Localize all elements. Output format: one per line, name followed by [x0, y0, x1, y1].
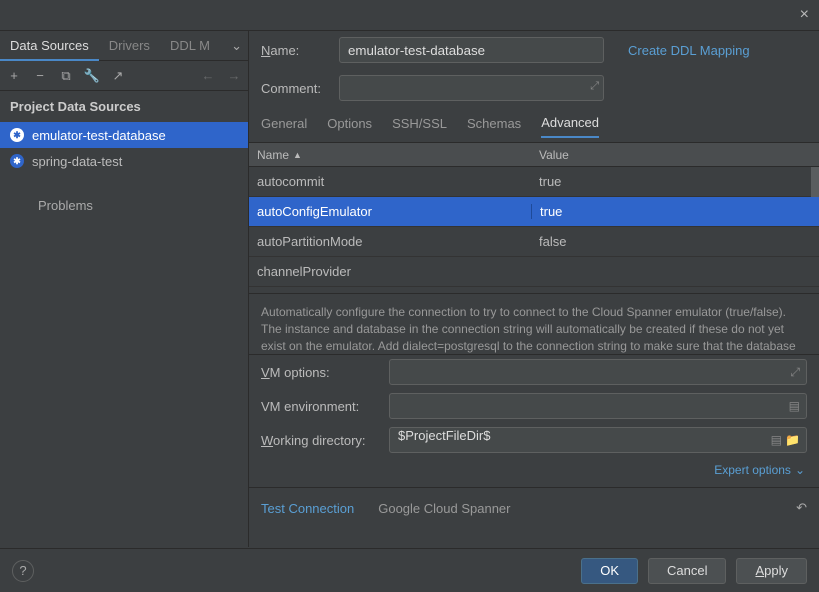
table-row[interactable]: autoConfigEmulator true: [249, 197, 819, 227]
folder-icon[interactable]: 📁: [785, 433, 800, 447]
remove-icon[interactable]: −: [32, 68, 48, 84]
forward-icon: →: [226, 68, 242, 84]
vm-options-label: VM options:: [261, 365, 379, 380]
prop-value[interactable]: true: [531, 174, 819, 189]
workdir-value: $ProjectFileDir$: [398, 428, 490, 443]
revert-icon[interactable]: ↶: [796, 500, 807, 516]
expand-icon[interactable]: ⤢: [590, 80, 599, 93]
tab-drivers[interactable]: Drivers: [99, 31, 160, 61]
help-button[interactable]: ?: [12, 560, 34, 582]
datasource-icon: ✱: [10, 154, 24, 168]
prop-name: channelProvider: [249, 264, 531, 279]
datasource-label: spring-data-test: [32, 154, 122, 169]
prop-name: autocommit: [249, 174, 531, 189]
tab-data-sources[interactable]: Data Sources: [0, 31, 99, 61]
workdir-label: Working directory:: [261, 433, 379, 448]
prop-value[interactable]: true: [531, 204, 819, 219]
property-description: Automatically configure the connection t…: [249, 293, 819, 355]
subtab-options[interactable]: Options: [327, 116, 372, 137]
back-icon: ←: [200, 68, 216, 84]
workdir-input[interactable]: $ProjectFileDir$ ▤ 📁: [389, 427, 807, 453]
subtab-advanced[interactable]: Advanced: [541, 115, 599, 138]
prop-value[interactable]: false: [531, 234, 819, 249]
subtab-sshssl[interactable]: SSH/SSL: [392, 116, 447, 137]
cancel-button[interactable]: Cancel: [648, 558, 726, 584]
datasource-item-spring[interactable]: ✱ spring-data-test: [0, 148, 248, 174]
datasource-label: emulator-test-database: [32, 128, 166, 143]
chevron-down-icon[interactable]: ⌄: [225, 38, 248, 54]
name-input[interactable]: [339, 37, 604, 63]
tab-ddl-mappings[interactable]: DDL M: [160, 31, 220, 61]
driver-name-label: Google Cloud Spanner: [378, 501, 510, 516]
subtab-schemas[interactable]: Schemas: [467, 116, 521, 137]
vm-env-input[interactable]: ▤: [389, 393, 807, 419]
expand-icon[interactable]: ⤢: [790, 365, 800, 380]
datasource-icon: ✱: [10, 128, 24, 142]
datasource-item-emulator[interactable]: ✱ emulator-test-database: [0, 122, 248, 148]
grid-header-value[interactable]: Value: [531, 148, 819, 162]
prop-name: autoPartitionMode: [249, 234, 531, 249]
properties-grid: autocommit true autoConfigEmulator true …: [249, 167, 819, 287]
sidebar-problems[interactable]: Problems: [0, 192, 248, 219]
prop-name: autoConfigEmulator: [249, 204, 531, 219]
ok-button[interactable]: OK: [581, 558, 638, 584]
table-row[interactable]: channelProvider: [249, 257, 819, 287]
apply-button[interactable]: Apply: [736, 558, 807, 584]
grid-header: Name▲ Value: [249, 143, 819, 167]
scrollbar-thumb[interactable]: [811, 167, 819, 197]
create-ddl-mapping-link[interactable]: Create DDL Mapping: [628, 43, 750, 58]
comment-input[interactable]: ⤢: [339, 75, 604, 101]
chevron-down-icon: ⌄: [795, 463, 805, 477]
vm-env-label: VM environment:: [261, 399, 379, 414]
main-panel: Name: Create DDL Mapping Comment: ⤢ Gene…: [248, 31, 819, 547]
sidebar: Data Sources Drivers DDL M ⌄ + − ⧉ 🔧 ↗ ←…: [0, 31, 248, 547]
table-row[interactable]: autocommit true: [249, 167, 819, 197]
add-icon[interactable]: +: [6, 68, 22, 84]
sort-asc-icon: ▲: [293, 150, 302, 160]
external-link-icon[interactable]: ↗: [110, 68, 126, 84]
test-connection-link[interactable]: Test Connection: [261, 501, 354, 516]
wrench-icon[interactable]: 🔧: [84, 68, 100, 84]
subtab-general[interactable]: General: [261, 116, 307, 137]
close-icon[interactable]: ×: [800, 6, 809, 24]
copy-icon[interactable]: ⧉: [58, 68, 74, 84]
table-row[interactable]: autoPartitionMode false: [249, 227, 819, 257]
list-icon[interactable]: ▤: [789, 399, 800, 413]
section-title: Project Data Sources: [0, 91, 248, 122]
vm-options-input[interactable]: ⤢: [389, 359, 807, 385]
grid-header-name[interactable]: Name▲: [249, 148, 531, 162]
comment-label: Comment:: [261, 81, 331, 96]
name-label: Name:: [261, 43, 331, 58]
expert-options-link[interactable]: Expert options⌄: [714, 463, 805, 477]
list-icon[interactable]: ▤: [771, 433, 782, 447]
